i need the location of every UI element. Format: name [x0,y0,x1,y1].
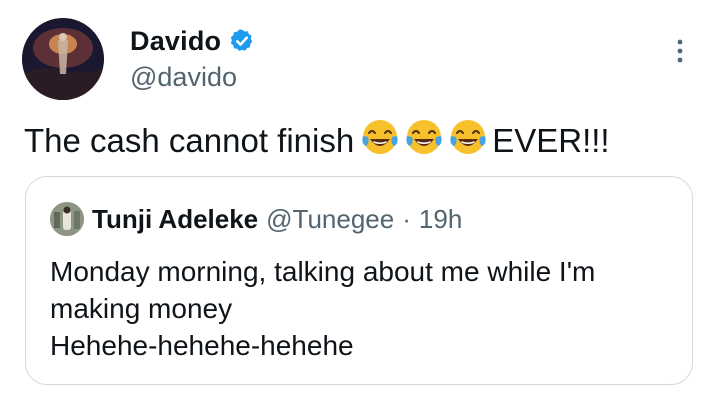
quoted-author-avatar[interactable] [50,202,84,236]
quoted-tweet-header: Tunji Adeleke @Tunegee · 19h [50,201,462,237]
quoted-text-line: making money [50,293,233,324]
tweet-text-after: EVER!!! [492,122,610,159]
more-options-icon[interactable] [670,36,690,66]
author-name-row: Davido [130,24,255,58]
quoted-text-line: Monday morning, talking about me while I… [50,256,596,287]
emoji-group [360,118,488,158]
avatar-image [22,18,104,100]
quoted-tweet[interactable]: Tunji Adeleke @Tunegee · 19h Monday morn… [25,176,693,385]
tears-of-joy-emoji-icon [362,120,398,154]
quoted-tweet-text: Monday morning, talking about me while I… [50,253,670,364]
quoted-author-handle[interactable]: @Tunegee [266,204,394,235]
verified-badge-icon [231,29,253,51]
tears-of-joy-emoji-icon [406,120,442,154]
tears-of-joy-emoji-icon [450,120,486,154]
quoted-author-name[interactable]: Tunji Adeleke [92,204,258,235]
tweet-text: The cash cannot finish EVER!!! [24,118,610,163]
author-handle[interactable]: @davido [130,62,237,93]
author-avatar[interactable] [22,18,104,100]
author-display-name[interactable]: Davido [130,26,221,57]
quoted-timestamp[interactable]: 19h [419,204,462,235]
tweet-text-before: The cash cannot finish [24,122,355,159]
separator-dot: · [402,203,411,234]
quoted-text-line: Hehehe-hehehe-hehehe [50,330,354,361]
